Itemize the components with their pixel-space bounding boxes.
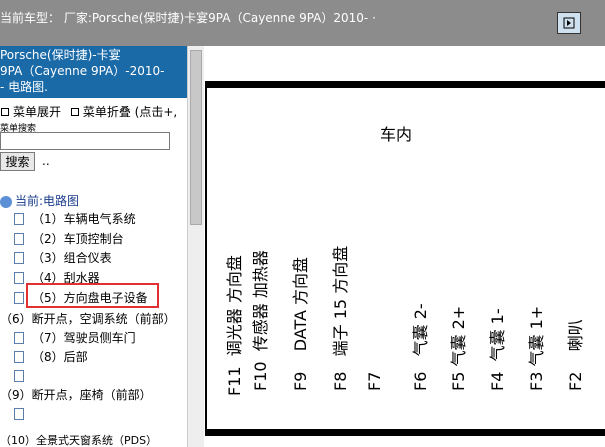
search-button[interactable]: 搜索	[0, 152, 35, 171]
area-label: 车内	[380, 125, 413, 144]
menu-controls: 菜单展开 菜单折叠 (点击+,	[0, 103, 177, 120]
pin-label-f3: F3 气囊 1+	[527, 305, 546, 391]
diagram-top-border	[205, 81, 605, 88]
pin-label-f8: F8 端子 15 方向盘	[331, 245, 350, 391]
toggle-panel-button[interactable]	[557, 12, 581, 34]
tree-item-7[interactable]: （7）驾驶员侧车门	[14, 329, 136, 347]
dots-text: ..	[42, 154, 50, 168]
pin-label-f5: F5 气囊 2+	[449, 305, 468, 391]
header-line-3: - 电路图.	[0, 80, 48, 94]
tree-item-8[interactable]: （8）后部	[14, 348, 88, 366]
expand-box-icon	[1, 108, 9, 116]
model-header: Porsche(保时捷)-卡宴 9PA（Cayenne 9PA）-2010- -…	[0, 46, 187, 98]
tree-item-spacer-2	[14, 405, 32, 423]
menu-expand-link[interactable]: 菜单展开	[13, 105, 61, 119]
globe-icon	[0, 195, 12, 208]
search-input[interactable]	[0, 132, 170, 150]
page-icon	[14, 350, 24, 363]
tree-item-spacer	[14, 367, 32, 385]
page-icon	[14, 407, 24, 420]
page-icon	[14, 251, 24, 264]
current-model-title: 当前车型： 厂家:Porsche(保时捷)卡宴9PA（Cayenne 9PA）2…	[0, 11, 376, 25]
arrow-right-icon	[563, 17, 575, 29]
page-icon	[14, 331, 24, 344]
page-icon	[14, 271, 24, 284]
diagram-left-border	[205, 81, 207, 436]
tree-item-3[interactable]: （3）组合仪表	[14, 249, 112, 267]
pin-label-f10: F10 传感器 加热器	[251, 250, 270, 391]
diagram-area: 车内 F11 调光器 方向盘 F10 传感器 加热器 F9 DATA 方向盘 F…	[205, 46, 605, 447]
tree-item-10[interactable]: （10）全景式天窗系统（PDS）	[0, 432, 157, 447]
tree-root-label: 当前:电路图	[15, 194, 80, 208]
tree-root[interactable]: 当前:电路图	[0, 192, 79, 210]
header-line-2: 9PA（Cayenne 9PA）-2010-	[0, 64, 165, 78]
pin-label-f4: F4 气囊 1-	[488, 308, 507, 391]
tree-item-2[interactable]: （2）车顶控制台	[14, 230, 124, 248]
page-icon	[14, 369, 24, 382]
tree-item-1[interactable]: （1）车辆电气系统	[14, 210, 136, 228]
diagram-bottom-border	[205, 429, 605, 436]
scrollbar-thumb[interactable]	[190, 50, 202, 225]
pin-label-f9: F9 DATA 方向盘	[291, 256, 310, 391]
pin-label-f6: F6 气囊 2-	[411, 303, 430, 391]
sidebar: Porsche(保时捷)-卡宴 9PA（Cayenne 9PA）-2010- -…	[0, 46, 187, 447]
tree-item-6[interactable]: （6）断开点，空调系统（前部）	[0, 310, 176, 328]
page-icon	[14, 212, 24, 225]
menu-collapse-link[interactable]: 菜单折叠 (点击+,	[83, 105, 177, 119]
top-bar: 当前车型： 厂家:Porsche(保时捷)卡宴9PA（Cayenne 9PA）2…	[0, 0, 605, 46]
pin-label-f11: F11 调光器 方向盘	[225, 255, 244, 396]
collapse-box-icon	[70, 108, 79, 116]
page-icon	[14, 291, 24, 304]
pin-label-f7: F7	[365, 371, 384, 391]
selected-item-highlight	[26, 283, 159, 308]
tree-item-9[interactable]: （9）断开点，座椅（前部）	[0, 386, 152, 404]
page-icon	[14, 232, 24, 245]
sidebar-scrollbar[interactable]	[187, 46, 204, 447]
pin-label-f2: F2 喇叭	[566, 319, 585, 391]
header-line-1: Porsche(保时捷)-卡宴	[0, 48, 121, 62]
